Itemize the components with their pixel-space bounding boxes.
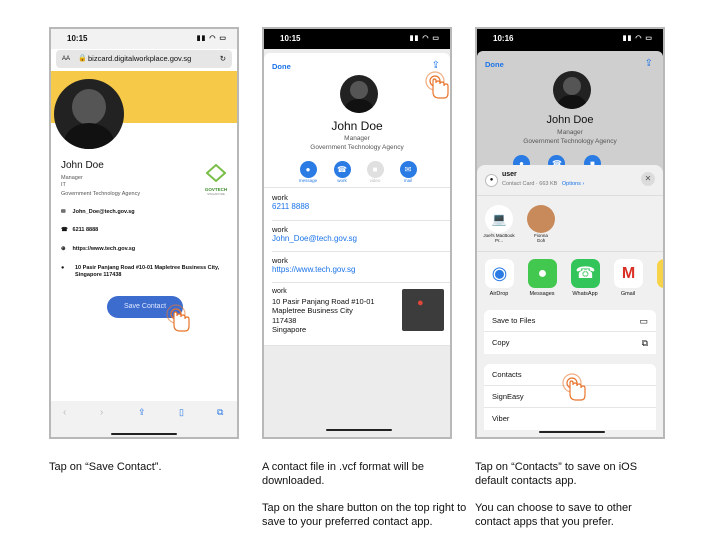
avatar — [340, 75, 378, 113]
phone-icon: ☎ — [333, 161, 351, 178]
url-text: bizcard.digitalworkplace.gov.sg — [88, 54, 192, 63]
messages-icon: ● — [528, 259, 557, 288]
website-row[interactable]: ⊕ https://www.tech.gov.sg — [61, 246, 135, 252]
signal-wifi-battery-icon: ▮▮ ◠ ▭ — [622, 35, 653, 42]
menu-save-to-files[interactable]: Save to Files ▭ — [484, 310, 656, 332]
contact-sheet: Done ⇪ John Doe Manager Government Techn… — [264, 53, 450, 437]
status-bar: 10:16 ▮▮ ◠ ▭ — [477, 29, 663, 49]
tap-hand-icon — [166, 304, 190, 332]
whatsapp-icon: ☎ — [571, 259, 600, 288]
map-pin-icon: ● — [417, 297, 424, 309]
laptop-icon: 💻 — [485, 205, 513, 233]
caption-step-1: Tap on “Save Contact”. — [49, 461, 162, 473]
person-avatar-icon — [527, 205, 555, 233]
contact-card-icon: ● — [485, 174, 498, 187]
close-icon[interactable]: ✕ — [641, 172, 655, 186]
text-size-button[interactable]: AA — [62, 50, 70, 68]
share-title: user — [502, 171, 517, 178]
caption-step-3: Tap on “Contacts” to save on iOS default… — [475, 461, 638, 528]
lock-icon: 🔒 — [78, 55, 87, 62]
status-time: 10:15 — [67, 34, 88, 43]
contact-name: John Doe — [61, 160, 104, 171]
tap-hand-icon — [562, 373, 586, 401]
folder-icon: ▭ — [639, 316, 648, 326]
email-row[interactable]: ✉ John_Doe@tech.gov.sg — [61, 209, 135, 215]
reload-icon[interactable]: ↻ — [220, 50, 226, 68]
signal-wifi-battery-icon: ▮▮ ◠ ▭ — [409, 35, 440, 42]
address-row[interactable]: ● 10 Pasir Panjang Road #10-01 Mapletree… — [61, 265, 231, 279]
status-bar: 10:15 ▮▮ ◠ ▭ — [51, 29, 237, 49]
status-time: 10:15 — [280, 34, 301, 43]
message-icon: ● — [299, 161, 317, 178]
bookmarks-icon[interactable]: ▯ — [179, 407, 184, 418]
airdrop-person-macbook[interactable]: 💻 Joel's MacBook Pr... — [481, 205, 517, 243]
tap-hand-icon — [425, 71, 449, 99]
contact-title: Manager — [557, 129, 583, 136]
sheet-empty-area — [264, 346, 450, 437]
share-icon[interactable]: ⇪ — [645, 58, 653, 69]
airdrop-icon: ◉ — [485, 259, 514, 288]
share-subtitle: Contact Card · 663 KB — [502, 181, 558, 187]
caption-step-2: A contact file in .vcf format will be do… — [262, 461, 467, 528]
menu-viber[interactable]: Viber — [484, 408, 656, 430]
done-button[interactable]: Done — [485, 60, 504, 69]
contact-title: Manager — [61, 175, 83, 181]
signal-wifi-battery-icon: ▮▮ ◠ ▭ — [196, 35, 227, 42]
contact-org: Government Technology Agency — [523, 138, 617, 145]
contact-title: Manager — [344, 135, 370, 142]
avatar — [54, 79, 124, 149]
safari-toolbar: ‹ › ⇪ ▯ ⧉ — [51, 401, 237, 437]
url-bar[interactable]: AA 🔒 bizcard.digitalworkplace.gov.sg ↻ — [56, 50, 232, 68]
contact-dept: IT — [61, 182, 66, 188]
gmail-icon: M — [614, 259, 643, 288]
mail-icon: ✉ — [399, 161, 417, 178]
location-pin-icon: ● — [61, 265, 65, 271]
phone-safari-bizcard: 10:15 ▮▮ ◠ ▭ AA 🔒 bizcard.digitalworkpla… — [49, 27, 239, 439]
home-indicator — [111, 433, 177, 435]
airdrop-person-fionna[interactable]: Fionna Goh — [523, 205, 559, 243]
envelope-icon: ✉ — [61, 209, 66, 215]
email-row[interactable]: work John_Doe@tech.gov.sg — [272, 225, 442, 243]
status-time: 10:16 — [493, 34, 514, 43]
contact-org: Government Technology Agency — [310, 144, 404, 151]
phone-row[interactable]: ☎ 6211 8888 — [61, 227, 98, 233]
map-thumbnail[interactable]: ● — [402, 289, 444, 331]
status-bar: 10:15 ▮▮ ◠ ▭ — [264, 29, 450, 49]
website-row[interactable]: work https://www.tech.gov.sg — [272, 256, 442, 274]
video-icon: ■ — [366, 161, 384, 178]
home-indicator — [539, 431, 605, 433]
action-mail[interactable]: ✉ mail — [396, 159, 420, 183]
home-indicator — [326, 429, 392, 431]
share-icon[interactable]: ⇪ — [138, 407, 146, 418]
contact-name: John Doe — [546, 114, 594, 126]
action-work[interactable]: ☎ work — [330, 159, 354, 183]
govtech-logo: GOVTECH SINGAPORE — [201, 163, 231, 196]
app-notes-partial[interactable] — [657, 259, 663, 288]
menu-copy[interactable]: Copy ⧉ — [484, 332, 656, 354]
action-message[interactable]: ● message — [296, 159, 320, 183]
back-arrow-icon[interactable]: ‹ — [63, 407, 66, 418]
avatar — [553, 71, 591, 109]
action-video: ■ video — [363, 159, 387, 183]
phone-icon: ☎ — [61, 227, 68, 233]
share-header: ● user Contact Card · 663 KB Options › ✕ — [477, 165, 663, 196]
globe-icon: ⊕ — [61, 246, 66, 252]
done-button[interactable]: Done — [272, 62, 291, 71]
phone-row[interactable]: work 6211 8888 — [272, 193, 442, 211]
contact-name: John Doe — [331, 119, 383, 133]
tabs-icon[interactable]: ⧉ — [217, 407, 223, 418]
forward-arrow-icon[interactable]: › — [100, 407, 103, 418]
options-link[interactable]: Options › — [562, 181, 584, 187]
copy-icon: ⧉ — [641, 338, 648, 348]
contact-org: Government Technology Agency — [61, 191, 141, 197]
